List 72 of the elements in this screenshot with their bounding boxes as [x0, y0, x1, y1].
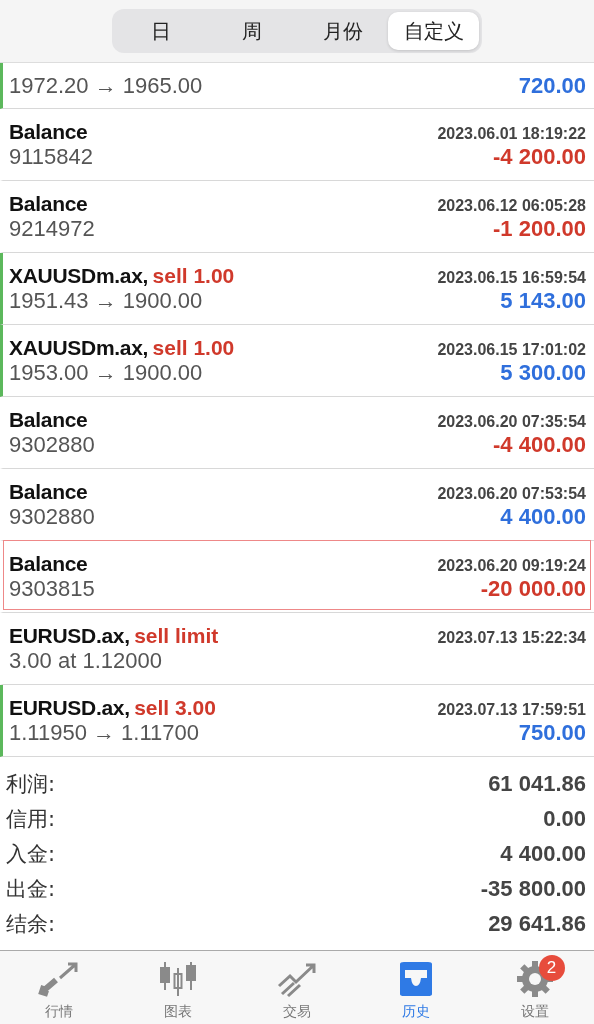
history-row[interactable]: EURUSD.ax, sell 3.00 2023.07.13 17:59:51 1.11950 → 1.11700 750.00: [0, 685, 594, 757]
amount-label: 720.00: [518, 72, 586, 99]
symbol-label: Balance: [9, 551, 88, 575]
summary-label: 入金:: [6, 840, 56, 868]
tab-bar-item[interactable]: 2 设置: [475, 951, 594, 1024]
detail-label: 9303815: [9, 575, 95, 602]
time-label: 2023.06.20 07:53:54: [437, 484, 586, 503]
action-label: sell 3.00: [134, 695, 216, 719]
detail-label: 9302880: [9, 503, 95, 530]
history-row[interactable]: XAUUSDm.ax, sell 1.00 2023.06.15 16:59:54 1951.43 → 1900.00 5 143.00: [0, 253, 594, 325]
time-label: 2023.06.15 16:59:54: [437, 268, 586, 287]
tab-bar-item[interactable]: 交易: [237, 951, 357, 1024]
tab-bar-item[interactable]: 历史: [356, 951, 476, 1024]
history-row[interactable]: Balance 2023.06.01 18:19:22 9115842 -4 200.00: [0, 109, 594, 181]
period-tab[interactable]: 日: [115, 12, 206, 50]
detail-label: 1951.43 → 1900.00: [9, 287, 203, 314]
summary-value: 4 400.00: [500, 840, 586, 867]
period-tab[interactable]: 自定义: [388, 12, 479, 50]
detail-label: 1972.20 → 1965.00: [9, 72, 203, 99]
detail-label: 9214972: [9, 215, 95, 242]
amount-label: -20 000.00: [480, 575, 586, 602]
time-label: 2023.07.13 17:59:51: [437, 700, 586, 719]
time-label: 2023.06.20 09:19:24: [437, 556, 586, 575]
amount-label: 4 400.00: [500, 503, 586, 530]
summary-label: 结余:: [6, 910, 56, 938]
time-label: 2023.06.15 17:01:02: [437, 340, 586, 359]
action-label: sell 1.00: [152, 335, 235, 359]
time-label: 2023.06.12 06:05:28: [437, 196, 586, 215]
history-row[interactable]: Balance 2023.06.20 07:35:54 9302880 -4 400.00: [0, 397, 594, 469]
time-label: 2023.06.20 07:35:54: [437, 412, 586, 431]
history-row[interactable]: Balance 2023.06.12 06:05:28 9214972 -1 200.00: [0, 181, 594, 253]
symbol-label: Balance: [9, 479, 88, 503]
amount-label: 750.00: [518, 719, 586, 746]
summary-label: 信用:: [6, 805, 56, 833]
diagonal-arrows-icon: [38, 960, 81, 998]
amount-label: -1 200.00: [493, 215, 586, 242]
detail-label: 9302880: [9, 431, 95, 458]
history-row[interactable]: Balance 2023.06.20 09:19:24 9303815 -20 000.00: [0, 541, 594, 613]
history-row[interactable]: XAUUSDm.ax, sell 1.00 2023.06.15 17:01:02 1953.00 → 1900.00 5 300.00: [0, 325, 594, 397]
summary-label: 利润:: [6, 770, 56, 798]
summary-value: -35 800.00: [480, 875, 586, 902]
action-label: sell limit: [134, 623, 219, 647]
summary-value: 0.00: [543, 805, 586, 832]
tab-bar-item[interactable]: 行情: [0, 951, 119, 1024]
symbol-label: XAUUSDm.ax,: [9, 263, 149, 287]
tab-bar-item[interactable]: 图表: [118, 951, 238, 1024]
symbol-label: Balance: [9, 191, 88, 215]
symbol-label: XAUUSDm.ax,: [9, 335, 149, 359]
action-label: sell 1.00: [152, 263, 235, 287]
summary-value: 29 641.86: [488, 910, 586, 937]
summary-value: 61 041.86: [488, 770, 586, 797]
history-row[interactable]: 1972.20 → 1965.00 720.00: [0, 63, 594, 109]
period-tab[interactable]: 周: [206, 12, 297, 50]
history-row[interactable]: Balance 2023.06.20 07:53:54 9302880 4 400.00: [0, 469, 594, 541]
amount-label: 5 300.00: [500, 359, 586, 386]
detail-label: 9115842: [9, 143, 93, 170]
period-tab[interactable]: 月份: [297, 12, 388, 50]
amount-label: -4 200.00: [493, 143, 586, 170]
time-label: 2023.06.01 18:19:22: [437, 124, 586, 143]
amount-label: -4 400.00: [493, 431, 586, 458]
detail-label: 1.11950 → 1.11700: [9, 719, 199, 746]
symbol-label: Balance: [9, 119, 88, 143]
detail-label: 1953.00 → 1900.00: [9, 359, 203, 386]
symbol-label: EURUSD.ax,: [9, 695, 130, 719]
history-row[interactable]: EURUSD.ax, sell limit 2023.07.13 15:22:34 3.00 at 1.12000: [0, 613, 594, 685]
symbol-label: Balance: [9, 407, 88, 431]
time-label: 2023.07.13 15:22:34: [437, 628, 586, 647]
amount-label: 5 143.00: [500, 287, 586, 314]
detail-label: 3.00 at 1.12000: [9, 647, 162, 674]
symbol-label: EURUSD.ax,: [9, 623, 130, 647]
summary-label: 出金:: [6, 875, 56, 903]
notification-badge: 2: [538, 955, 565, 981]
